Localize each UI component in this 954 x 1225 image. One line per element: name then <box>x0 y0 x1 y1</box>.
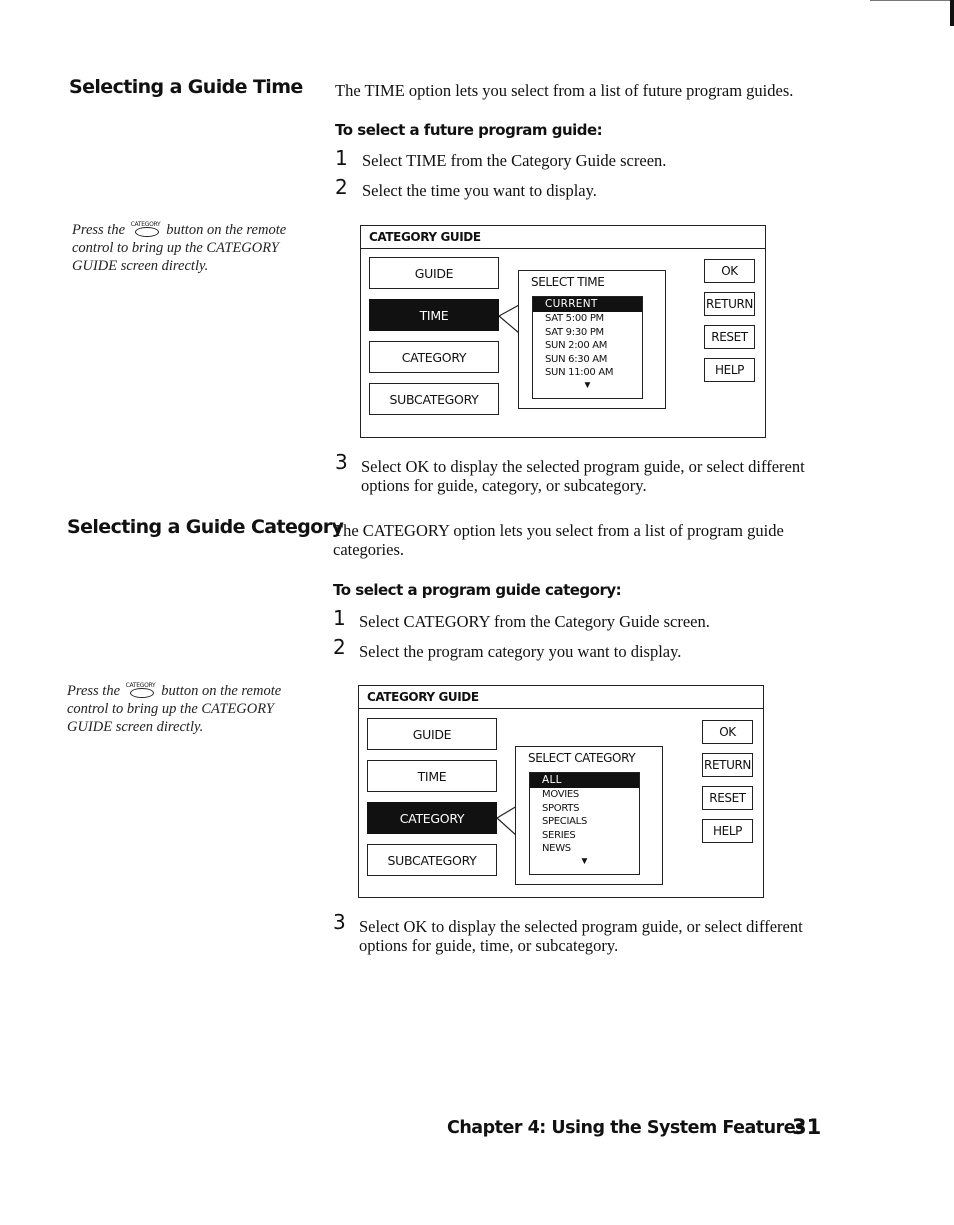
time-listbox[interactable]: CURRENT SAT 5:00 PM SAT 9:30 PM SUN 2:00… <box>532 296 643 399</box>
menu-button-time-selected[interactable]: TIME <box>369 299 499 331</box>
list-item[interactable]: SPORTS <box>530 802 639 816</box>
step-number: 3 <box>335 450 348 474</box>
list-item[interactable]: SUN 11:00 AM <box>533 366 642 380</box>
return-button[interactable]: RETURN <box>702 753 753 777</box>
reset-button[interactable]: RESET <box>704 325 755 349</box>
step-text: Select OK to display the selected progra… <box>361 457 805 495</box>
help-button[interactable]: HELP <box>704 358 755 382</box>
scroll-down-arrow-icon[interactable]: ▼ <box>533 380 642 392</box>
help-button[interactable]: HELP <box>702 819 753 843</box>
scroll-down-arrow-icon[interactable]: ▼ <box>530 856 639 868</box>
margin-note-prefix: Press the <box>72 222 126 238</box>
list-item[interactable]: SPECIALS <box>530 815 639 829</box>
category-remote-button-icon: CATEGORY <box>126 682 156 698</box>
menu-button-guide[interactable]: GUIDE <box>367 718 497 750</box>
step-text: Select CATEGORY from the Category Guide … <box>359 612 710 631</box>
list-item[interactable]: NEWS <box>530 842 639 856</box>
procedure-heading-time: To select a future program guide: <box>335 121 603 139</box>
list-item[interactable]: MOVIES <box>530 788 639 802</box>
select-time-popup: SELECT TIME CURRENT SAT 5:00 PM SAT 9:30… <box>518 270 666 409</box>
reset-button[interactable]: RESET <box>702 786 753 810</box>
screen-title: CATEGORY GUIDE <box>359 686 763 709</box>
menu-button-subcategory[interactable]: SUBCATEGORY <box>369 383 499 415</box>
list-item[interactable]: SUN 2:00 AM <box>533 339 642 353</box>
step-number: 3 <box>333 910 346 934</box>
page-number: 31 <box>792 1115 822 1139</box>
page-edge-mark <box>950 0 954 26</box>
ok-button[interactable]: OK <box>702 720 753 744</box>
section-heading-time: Selecting a Guide Time <box>69 76 303 98</box>
popup-title: SELECT TIME <box>531 275 605 289</box>
callout-pointer-icon <box>481 803 518 837</box>
step-number: 1 <box>333 606 346 630</box>
margin-note-prefix: Press the <box>67 683 121 699</box>
intro-category: The CATEGORY option lets you select from… <box>333 521 784 559</box>
margin-note-category: Press the CATEGORY button on the remote … <box>67 682 282 736</box>
category-guide-screen-time: CATEGORY GUIDE GUIDE TIME CATEGORY SUBCA… <box>360 225 766 438</box>
oval-button-shape <box>134 227 159 237</box>
ok-button[interactable]: OK <box>704 259 755 283</box>
list-item-selected[interactable]: ALL <box>530 773 639 788</box>
menu-button-category[interactable]: CATEGORY <box>369 341 499 373</box>
list-item[interactable]: SUN 6:30 AM <box>533 353 642 367</box>
screen-title: CATEGORY GUIDE <box>361 226 765 249</box>
list-item[interactable]: SAT 9:30 PM <box>533 326 642 340</box>
step-text: Select TIME from the Category Guide scre… <box>362 151 667 170</box>
callout-pointer-icon <box>483 301 520 334</box>
list-item-selected[interactable]: CURRENT <box>533 297 642 312</box>
procedure-heading-category: To select a program guide category: <box>333 581 622 599</box>
oval-button-shape <box>129 688 154 698</box>
chapter-footer: Chapter 4: Using the System Features <box>447 1118 806 1138</box>
list-item[interactable]: SAT 5:00 PM <box>533 312 642 326</box>
menu-button-subcategory[interactable]: SUBCATEGORY <box>367 844 497 876</box>
intro-time: The TIME option lets you select from a l… <box>335 81 794 100</box>
menu-button-guide[interactable]: GUIDE <box>369 257 499 289</box>
step-text: Select the time you want to display. <box>362 181 597 200</box>
step-number: 1 <box>335 146 348 170</box>
page-edge-line <box>870 0 954 1</box>
section-heading-category: Selecting a Guide Category <box>67 516 344 538</box>
category-remote-button-icon: CATEGORY <box>131 221 161 237</box>
margin-note-time: Press the CATEGORY button on the remote … <box>72 221 287 275</box>
menu-button-time[interactable]: TIME <box>367 760 497 792</box>
popup-title: SELECT CATEGORY <box>528 751 636 765</box>
step-number: 2 <box>335 175 348 199</box>
step-number: 2 <box>333 635 346 659</box>
category-listbox[interactable]: ALL MOVIES SPORTS SPECIALS SERIES NEWS ▼ <box>529 772 640 875</box>
list-item[interactable]: SERIES <box>530 829 639 843</box>
return-button[interactable]: RETURN <box>704 292 755 316</box>
category-guide-screen-category: CATEGORY GUIDE GUIDE TIME CATEGORY SUBCA… <box>358 685 764 898</box>
select-category-popup: SELECT CATEGORY ALL MOVIES SPORTS SPECIA… <box>515 746 663 885</box>
step-text: Select OK to display the selected progra… <box>359 917 803 955</box>
menu-button-category-selected[interactable]: CATEGORY <box>367 802 497 834</box>
step-text: Select the program category you want to … <box>359 642 682 661</box>
